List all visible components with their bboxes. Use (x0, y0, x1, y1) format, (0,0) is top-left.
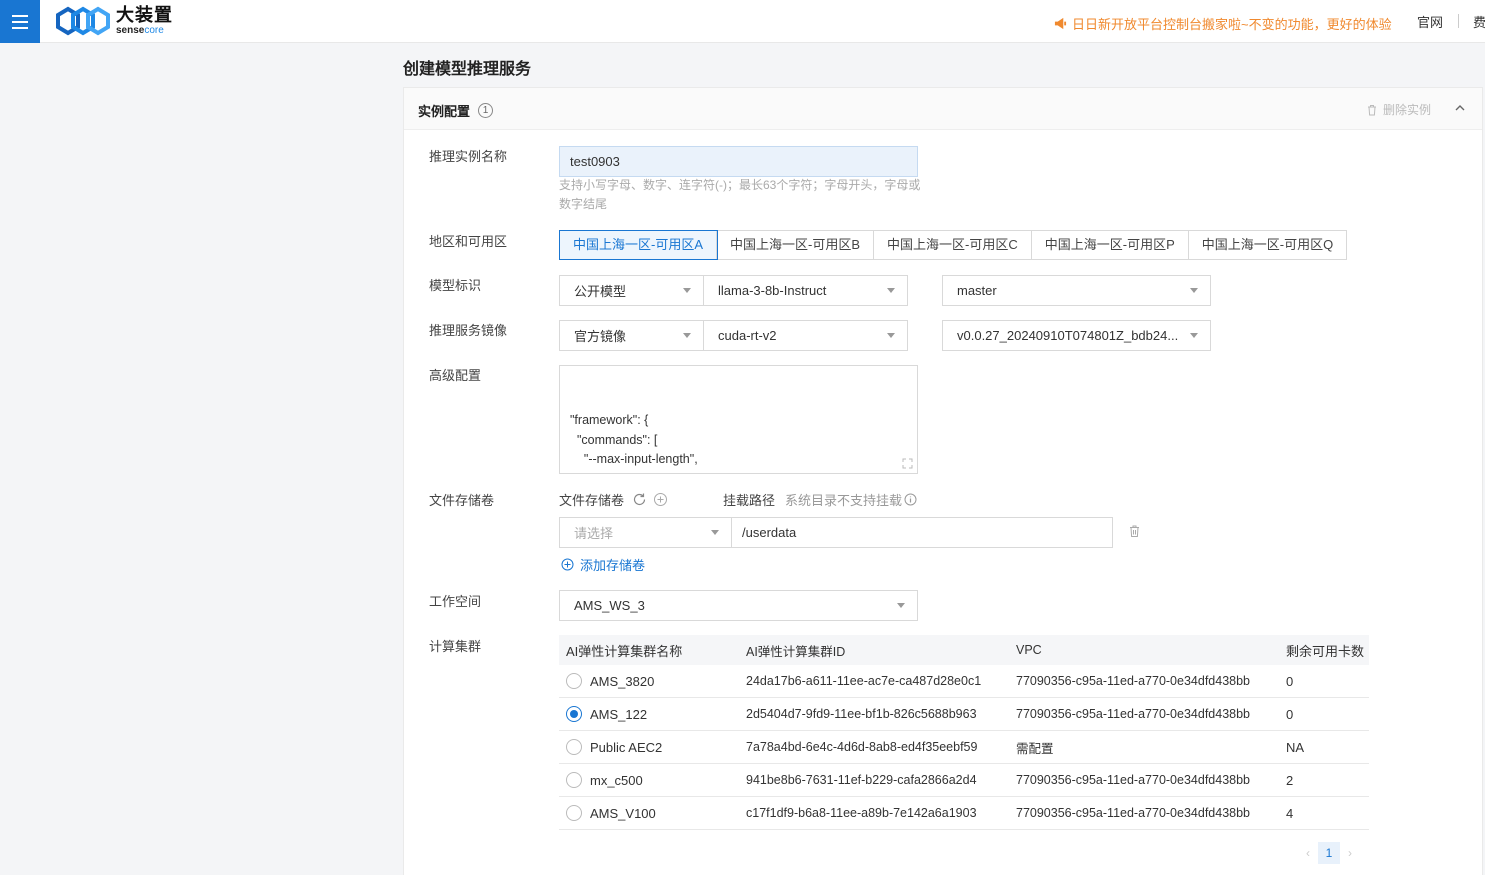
page-number[interactable]: 1 (1318, 842, 1340, 864)
expand-icon[interactable] (902, 458, 913, 469)
cluster-radio[interactable] (566, 706, 582, 722)
add-circle-icon (561, 558, 574, 571)
table-row[interactable]: AMS_3820 24da17b6-a611-11ee-ac7e-ca487d2… (559, 665, 1369, 698)
mount-path-input[interactable]: /userdata (731, 517, 1113, 548)
name-label: 推理实例名称 (429, 149, 508, 164)
cluster-label: 计算集群 (429, 639, 482, 654)
trash-icon (1368, 104, 1376, 115)
column-header: AI弹性计算集群ID (746, 644, 846, 659)
model-source-select[interactable]: 公开模型 (559, 275, 704, 306)
advanced-label: 高级配置 (429, 368, 482, 383)
logo-title: 大装置 (116, 5, 173, 25)
workspace-label: 工作空间 (429, 594, 482, 609)
next-page-icon[interactable]: › (1348, 846, 1352, 860)
cluster-radio[interactable] (566, 805, 582, 821)
notice-banner[interactable]: 日日新开放平台控制台搬家啦~不变的功能，更好的体验 (1054, 14, 1392, 33)
region-label: 地区和可用区 (429, 234, 508, 249)
region-selector: 中国上海一区-可用区A 中国上海一区-可用区B 中国上海一区-可用区C 中国上海… (558, 230, 1348, 260)
region-option-p[interactable]: 中国上海一区-可用区P (1032, 231, 1189, 259)
topbar-divider (1458, 14, 1459, 28)
caret-down-icon (683, 288, 691, 293)
region-option-b[interactable]: 中国上海一区-可用区B (717, 231, 875, 259)
region-option-c[interactable]: 中国上海一区-可用区C (874, 231, 1032, 259)
image-source-select[interactable]: 官方镜像 (559, 320, 704, 351)
storage-volume-select[interactable]: 请选择 (559, 517, 732, 548)
advanced-config-editor[interactable]: "framework": { "commands": [ "--max-inpu… (559, 365, 918, 474)
caret-down-icon (683, 333, 691, 338)
instance-name-input[interactable]: test0903 (559, 146, 918, 177)
table-row[interactable]: AMS_122 2d5404d7-9fd9-11ee-bf1b-826c5688… (559, 698, 1369, 731)
logo-subtitle: sensecore (116, 25, 164, 36)
storage-volume-header: 文件存储卷 (559, 490, 668, 509)
model-branch-select[interactable]: master (942, 275, 1211, 306)
region-option-q[interactable]: 中国上海一区-可用区Q (1189, 231, 1346, 259)
table-header: AI弹性计算集群名称 AI弹性计算集群ID VPC 剩余可用卡数 (559, 635, 1369, 665)
instance-config-panel: 实例配置 1 删除实例 推理实例名称 test0903 支持小写字母、数字、连字… (403, 87, 1483, 875)
trash-icon[interactable] (1128, 524, 1141, 538)
panel-title: 实例配置 1 (418, 101, 494, 120)
model-label: 模型标识 (429, 278, 482, 293)
panel-header: 实例配置 1 删除实例 (404, 88, 1482, 130)
caret-down-icon (1190, 333, 1198, 338)
logo-mark-icon (56, 6, 110, 36)
cluster-table: AI弹性计算集群名称 AI弹性计算集群ID VPC 剩余可用卡数 AMS_382… (559, 635, 1369, 830)
caret-down-icon (887, 333, 895, 338)
image-version-select[interactable]: v0.0.27_20240910T074801Z_bdb24... (942, 320, 1211, 351)
add-storage-button[interactable]: 添加存储卷 (561, 555, 645, 574)
prev-page-icon[interactable]: ‹ (1306, 846, 1310, 860)
column-header: AI弹性计算集群名称 (566, 643, 683, 659)
caret-down-icon (1190, 288, 1198, 293)
fee-link[interactable]: 费 (1473, 12, 1485, 31)
pagination: ‹ 1 › (1306, 842, 1352, 864)
refresh-icon[interactable] (632, 492, 647, 507)
region-option-a[interactable]: 中国上海一区-可用区A (558, 230, 719, 260)
info-icon[interactable] (904, 493, 917, 506)
cluster-radio[interactable] (566, 739, 582, 755)
logo[interactable]: 大装置 sensecore (56, 5, 173, 37)
mount-path-header: 挂载路径 系统目录不支持挂载 (723, 490, 917, 509)
image-label: 推理服务镜像 (429, 323, 508, 338)
menu-icon[interactable] (0, 0, 40, 43)
page-title: 创建模型推理服务 (403, 61, 532, 78)
caret-down-icon (897, 603, 905, 608)
name-hint: 支持小写字母、数字、连字符(-)；最长63个字符；字母开头，字母或数字结尾 (559, 178, 921, 211)
storage-label: 文件存储卷 (429, 493, 495, 508)
delete-instance-button[interactable]: 删除实例 (1366, 101, 1431, 118)
column-header: VPC (1016, 643, 1042, 657)
table-row[interactable]: mx_c500 941be8b6-7631-11ef-b229-cafa2866… (559, 764, 1369, 797)
column-header: 剩余可用卡数 (1286, 643, 1365, 659)
chevron-up-icon[interactable] (1454, 102, 1466, 114)
add-circle-icon[interactable] (653, 492, 668, 507)
cluster-radio[interactable] (566, 673, 582, 689)
workspace-select[interactable]: AMS_WS_3 (559, 590, 918, 621)
caret-down-icon (887, 288, 895, 293)
table-row[interactable]: Public AEC2 7a78a4bd-6e4c-4d6d-8ab8-ed4f… (559, 731, 1369, 764)
instance-index-badge: 1 (478, 103, 494, 118)
official-site-link[interactable]: 官网 (1417, 12, 1443, 31)
caret-down-icon (711, 530, 719, 535)
cluster-radio[interactable] (566, 772, 582, 788)
image-name-select[interactable]: cuda-rt-v2 (703, 320, 908, 351)
model-name-select[interactable]: llama-3-8b-Instruct (703, 275, 908, 306)
top-bar: 大装置 sensecore 日日新开放平台控制台搬家啦~不变的功能，更好的体验 … (0, 0, 1485, 43)
megaphone-icon (1054, 17, 1067, 30)
table-row[interactable]: AMS_V100 c17f1df9-b6a8-11ee-a89b-7e142a6… (559, 797, 1369, 830)
